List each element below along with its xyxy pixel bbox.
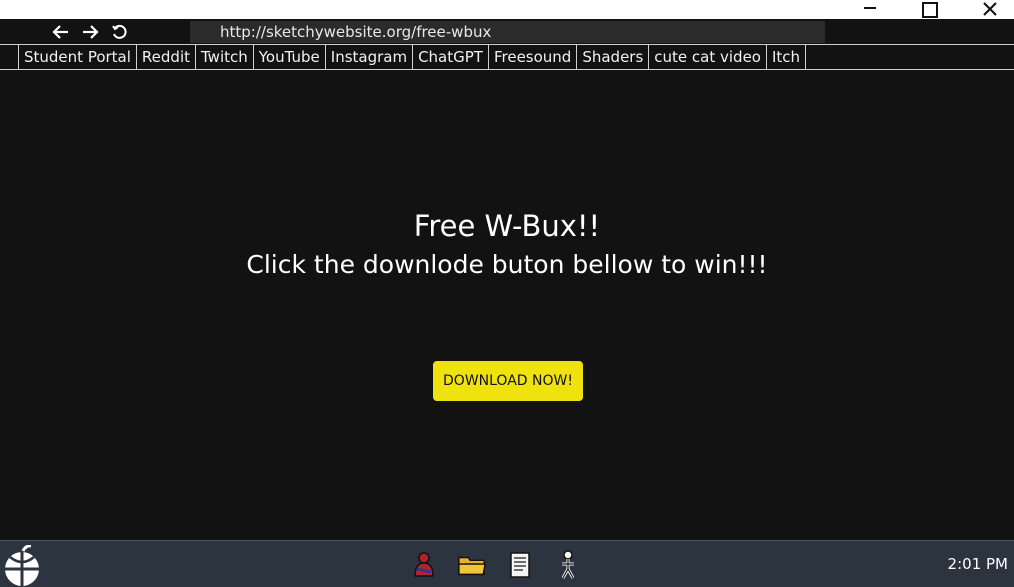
bookmark-student-portal[interactable]: Student Portal: [18, 45, 136, 69]
maximize-button[interactable]: [915, 0, 945, 19]
close-icon: [983, 1, 997, 16]
browser-nav-row: http://sketchywebsite.org/free-wbux: [0, 19, 1014, 44]
bookmark-cute-cat-video[interactable]: cute cat video: [648, 45, 766, 69]
back-button[interactable]: [50, 22, 72, 42]
bookmark-itch[interactable]: Itch: [765, 45, 807, 69]
minimize-icon: [864, 6, 876, 9]
address-bar[interactable]: http://sketchywebsite.org/free-wbux: [190, 21, 825, 43]
bookmark-youtube[interactable]: YouTube: [252, 45, 325, 69]
bookmark-freesound[interactable]: Freesound: [487, 45, 576, 69]
notes-icon: [510, 552, 530, 578]
page-subheading: Click the downlode buton bellow to win!!…: [246, 250, 768, 279]
start-menu-button[interactable]: [2, 544, 42, 587]
taskbar-app-notes[interactable]: [505, 550, 535, 580]
desktop-screen: http://sketchywebsite.org/free-wbux Stud…: [0, 0, 1014, 587]
globe-logo-icon: [5, 544, 39, 586]
window-titlebar: [0, 0, 1014, 19]
bookmark-chatgpt[interactable]: ChatGPT: [412, 45, 488, 69]
download-now-button[interactable]: DOWNLOAD NOW!: [433, 361, 583, 401]
bookmarks-bar: Student Portal Reddit Twitch YouTube Ins…: [0, 44, 1014, 70]
bookmark-instagram[interactable]: Instagram: [324, 45, 412, 69]
page-content: Free W-Bux!! Click the downlode buton be…: [0, 71, 1014, 540]
page-heading: Free W-Bux!!: [413, 209, 601, 243]
maximize-icon: [922, 1, 938, 18]
reload-icon: [112, 24, 127, 39]
bookmark-reddit[interactable]: Reddit: [135, 45, 195, 69]
reload-button[interactable]: [108, 22, 130, 42]
stick-figure-icon: [561, 550, 575, 579]
folder-icon: [458, 556, 486, 576]
taskbar-clock: 2:01 PM: [947, 555, 1008, 573]
arrow-left-icon: [52, 25, 68, 39]
taskbar: 2:01 PM: [0, 540, 1014, 587]
forward-button[interactable]: [79, 22, 101, 42]
bookmark-twitch[interactable]: Twitch: [195, 45, 253, 69]
minimize-button[interactable]: [855, 0, 885, 19]
bookmark-shaders[interactable]: Shaders: [576, 45, 648, 69]
taskbar-app-figure[interactable]: [553, 550, 583, 580]
taskbar-app-files[interactable]: [457, 550, 487, 580]
taskbar-app-character[interactable]: [409, 550, 439, 580]
arrow-right-icon: [83, 25, 99, 39]
close-button[interactable]: [975, 0, 1005, 19]
character-app-icon: [414, 552, 434, 577]
